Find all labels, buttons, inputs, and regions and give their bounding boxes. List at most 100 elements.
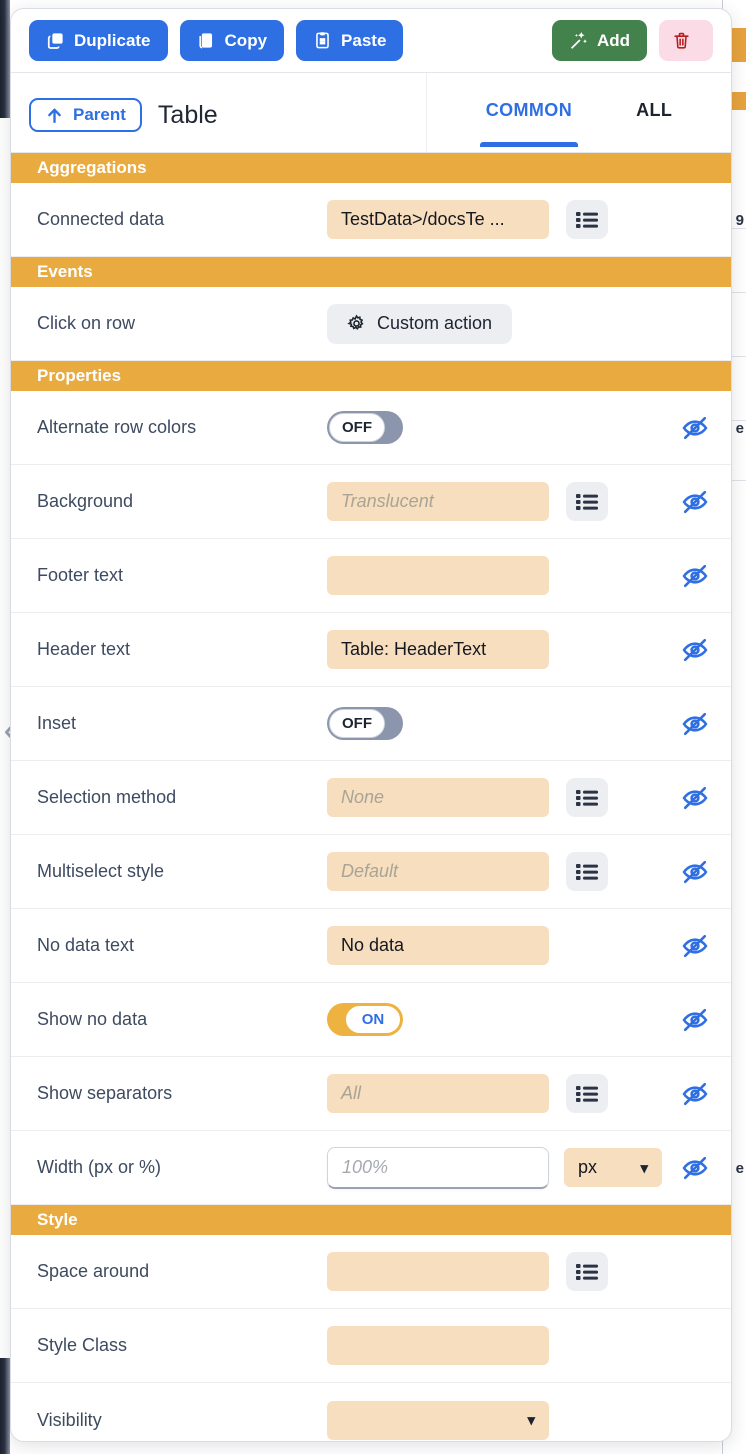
row-control: Default — [327, 852, 608, 891]
row-control: OFF — [327, 707, 403, 740]
delete-button[interactable] — [659, 20, 713, 61]
row-control: 100% px ▾ — [327, 1146, 662, 1189]
paste-label: Paste — [341, 30, 387, 50]
row-label: Inset — [37, 713, 77, 733]
list-picker-button[interactable] — [566, 1252, 608, 1291]
width-unit-value: px — [578, 1157, 598, 1177]
eye-off-icon[interactable] — [681, 488, 709, 516]
row-width: Width (px or %) 100% px ▾ — [11, 1131, 731, 1205]
row-control: TestData>/docsTe ... — [327, 200, 608, 239]
eye-off-icon[interactable] — [681, 562, 709, 590]
list-icon — [576, 493, 598, 510]
row-label: Footer text — [37, 565, 124, 585]
row-label: Space around — [37, 1261, 150, 1281]
eye-off-icon[interactable] — [681, 1006, 709, 1034]
row-control: Custom action — [327, 303, 513, 344]
alternate-row-colors-toggle[interactable]: OFF — [327, 411, 403, 444]
duplicate-button[interactable]: Duplicate — [29, 20, 168, 61]
chevron-down-icon: ▾ — [527, 1412, 535, 1429]
selection-method-field[interactable]: None — [327, 778, 549, 817]
row-label: Width (px or %) — [37, 1157, 162, 1177]
list-picker-button[interactable] — [566, 852, 608, 891]
space-around-field[interactable] — [327, 1252, 549, 1291]
row-label: Alternate row colors — [37, 417, 197, 437]
show-separators-field[interactable]: All — [327, 1074, 549, 1113]
eye-off-icon[interactable] — [681, 1154, 709, 1182]
visibility-select[interactable]: ▾ — [327, 1400, 549, 1440]
add-label: Add — [596, 30, 630, 50]
eye-off-icon[interactable] — [681, 710, 709, 738]
eye-off-icon[interactable] — [681, 414, 709, 442]
copy-button[interactable]: Copy — [179, 20, 285, 61]
copy-label: Copy — [224, 30, 268, 50]
width-input[interactable]: 100% — [327, 1146, 549, 1189]
show-no-data-toggle[interactable]: ON — [327, 1003, 403, 1036]
eye-off-icon[interactable] — [681, 858, 709, 886]
trash-icon — [672, 31, 691, 50]
background-text-fragment: e — [735, 420, 744, 437]
properties-panel: Duplicate Copy Paste Add Parent Table CO… — [10, 8, 732, 1442]
background-text-fragment: 9 — [735, 212, 744, 229]
row-space-around: Space around — [11, 1235, 731, 1309]
row-control — [327, 556, 549, 595]
list-icon — [576, 1085, 598, 1102]
row-footer-text: Footer text — [11, 539, 731, 613]
row-label: Background — [37, 491, 134, 511]
list-icon — [576, 863, 598, 880]
row-multiselect-style: Multiselect style Default — [11, 835, 731, 909]
inset-toggle[interactable]: OFF — [327, 707, 403, 740]
panel-header: Parent Table COMMON ALL — [11, 73, 731, 153]
multiselect-style-field[interactable]: Default — [327, 852, 549, 891]
row-control: No data — [327, 926, 549, 965]
list-picker-button[interactable] — [566, 1074, 608, 1113]
list-icon — [576, 1263, 598, 1280]
eye-off-icon[interactable] — [681, 932, 709, 960]
row-inset: Inset OFF — [11, 687, 731, 761]
parent-label: Parent — [73, 105, 126, 124]
row-label: Show no data — [37, 1009, 148, 1029]
row-control: Translucent — [327, 482, 608, 521]
no-data-text-field[interactable]: No data — [327, 926, 549, 965]
row-label: Visibility — [37, 1409, 102, 1430]
paste-button[interactable]: Paste — [296, 20, 404, 61]
add-button[interactable]: Add — [551, 20, 647, 61]
row-no-data-text: No data text No data — [11, 909, 731, 983]
header-text-field[interactable]: Table: HeaderText — [327, 630, 549, 669]
row-control — [327, 1326, 549, 1365]
eye-off-icon[interactable] — [681, 1080, 709, 1108]
toggle-knob-label: ON — [345, 1005, 401, 1034]
row-label: Header text — [37, 639, 131, 659]
eye-off-icon[interactable] — [681, 784, 709, 812]
row-click-on-row: Click on row Custom action — [11, 287, 731, 361]
list-picker-button[interactable] — [566, 200, 608, 239]
toggle-knob-label: OFF — [329, 709, 385, 738]
chevron-down-icon: ▾ — [640, 1159, 648, 1177]
row-control — [327, 1252, 608, 1291]
section-header-events: Events — [11, 257, 731, 287]
background-field[interactable]: Translucent — [327, 482, 549, 521]
width-unit-select[interactable]: px ▾ — [564, 1148, 662, 1187]
custom-action-label: Custom action — [377, 313, 493, 333]
row-visibility: Visibility ▾ — [11, 1383, 731, 1441]
paste-icon — [313, 31, 332, 50]
eye-off-icon[interactable] — [681, 636, 709, 664]
custom-action-button[interactable]: Custom action — [327, 303, 513, 344]
list-picker-button[interactable] — [566, 482, 608, 521]
row-background: Background Translucent — [11, 465, 731, 539]
footer-text-field[interactable] — [327, 556, 549, 595]
tab-all[interactable]: ALL — [636, 100, 672, 125]
tab-common[interactable]: COMMON — [479, 100, 579, 147]
duplicate-label: Duplicate — [74, 30, 151, 50]
background-text-fragment: e — [735, 1160, 744, 1177]
parent-button[interactable]: Parent — [29, 98, 142, 132]
list-picker-button[interactable] — [566, 778, 608, 817]
toggle-knob-label: OFF — [329, 413, 385, 442]
row-label: Style Class — [37, 1335, 128, 1355]
copy-icon — [197, 31, 216, 50]
screen-root: ‹ 9 e e Duplicate — [0, 0, 746, 1454]
row-connected-data: Connected data TestData>/docsTe ... — [11, 183, 731, 257]
duplicate-icon — [46, 31, 65, 50]
style-class-field[interactable] — [327, 1326, 549, 1365]
connected-data-field[interactable]: TestData>/docsTe ... — [327, 200, 549, 239]
row-control: OFF — [327, 411, 403, 444]
